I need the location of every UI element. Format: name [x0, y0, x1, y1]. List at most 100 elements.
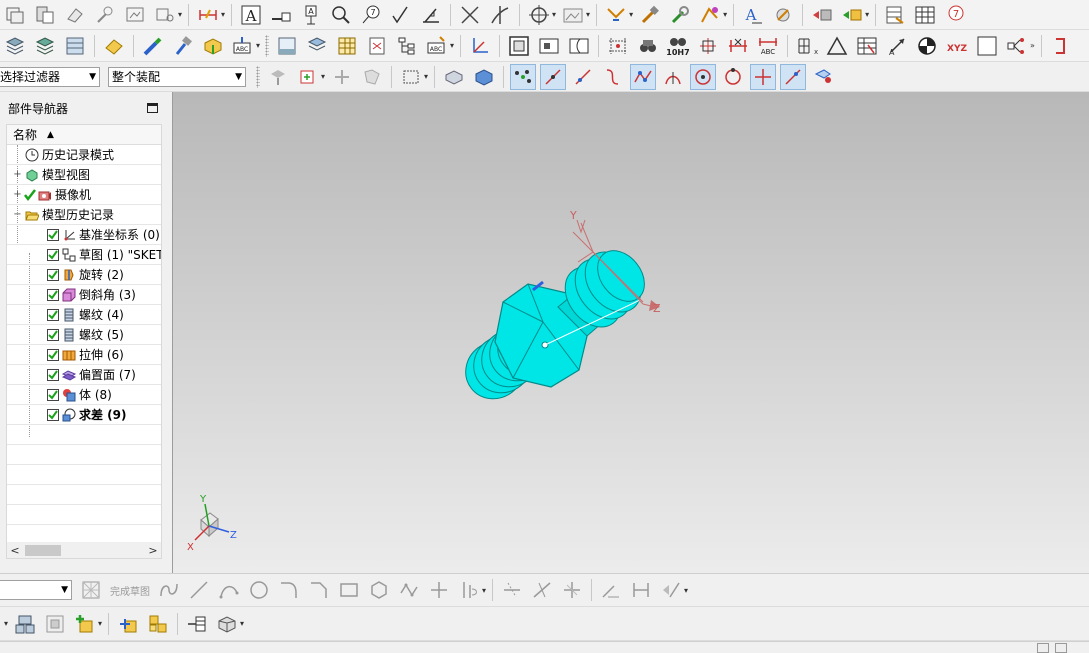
text-box-icon[interactable]: ABC [230, 33, 256, 59]
dropdown-arrow-icon[interactable]: ▾ [723, 10, 727, 19]
dropdown-arrow-icon[interactable]: ▾ [552, 10, 556, 19]
tree-node-camera[interactable]: + 摄像机 [7, 185, 161, 205]
feature-row[interactable]: 偏置面 (7) [7, 365, 161, 385]
settings-tools-icon[interactable] [770, 2, 796, 28]
selection-filter-select[interactable]: 选择过滤器 ▼ [0, 66, 100, 87]
geometric-constraint-icon[interactable] [658, 577, 684, 603]
ordinate-icon[interactable] [725, 33, 751, 59]
visibility-checkbox[interactable] [47, 328, 59, 341]
dropdown-arrow-icon[interactable]: ▾ [865, 10, 869, 19]
grid-dots-icon[interactable] [605, 33, 631, 59]
table-edit-icon[interactable] [854, 33, 880, 59]
replace-component-icon[interactable] [42, 611, 68, 637]
view-orient-icon[interactable] [152, 2, 178, 28]
blank-box-icon[interactable] [974, 33, 1000, 59]
parts-list-icon[interactable] [882, 2, 908, 28]
snap-control-point-icon[interactable] [630, 63, 657, 90]
table-grid-icon[interactable] [334, 33, 360, 59]
move-parts-icon[interactable] [115, 611, 141, 637]
add-component-plus-icon[interactable] [72, 611, 98, 637]
circle-icon[interactable] [246, 577, 272, 603]
snap-center-icon[interactable] [690, 63, 717, 90]
sketch-name-select[interactable]: ▼ [0, 580, 72, 600]
arc-icon[interactable] [216, 577, 242, 603]
offset-curve-icon[interactable] [456, 577, 482, 603]
status-view-icon[interactable] [1037, 643, 1049, 653]
border-icon[interactable] [506, 33, 532, 59]
center-mark-icon[interactable] [526, 2, 552, 28]
model-canvas[interactable]: Y Z Y Z X [173, 92, 1089, 573]
spline-icon[interactable] [396, 577, 422, 603]
break-view-icon[interactable] [566, 33, 592, 59]
paste-view-icon[interactable] [32, 2, 58, 28]
sheet-icon[interactable] [274, 33, 300, 59]
visibility-checkbox[interactable] [47, 228, 59, 241]
dropdown-arrow-icon[interactable]: ▾ [586, 10, 590, 19]
feature-row[interactable]: 倒斜角 (3) [7, 285, 161, 305]
help-balloon-icon[interactable]: 7 [942, 2, 968, 28]
visibility-checkbox[interactable] [47, 348, 59, 361]
dropdown-arrow-icon[interactable]: ▾ [482, 586, 486, 595]
scrollbar-thumb[interactable] [25, 544, 61, 556]
move-component-icon[interactable] [809, 2, 835, 28]
dropdown-arrow-icon[interactable]: ▾ [240, 619, 244, 628]
snap-arc-icon[interactable] [660, 64, 686, 90]
snap-curve-icon[interactable] [600, 64, 626, 90]
matrix-icon[interactable]: x [794, 33, 820, 59]
wrench-edit-icon[interactable] [667, 2, 693, 28]
snap-quadrant-icon[interactable] [720, 64, 746, 90]
center-of-gravity-icon[interactable] [914, 33, 940, 59]
annotation-arrow-icon[interactable]: A [884, 33, 910, 59]
toolbar-grip[interactable] [265, 34, 270, 57]
select-box-icon[interactable] [295, 64, 321, 90]
copy-view-icon[interactable] [2, 2, 28, 28]
table-note-icon[interactable] [695, 33, 721, 59]
cross-line-icon[interactable] [457, 2, 483, 28]
tree-node-model-views[interactable]: + 模型视图 [7, 165, 161, 185]
table-icon[interactable] [912, 2, 938, 28]
threaded-part-model[interactable] [454, 241, 654, 410]
dropdown-arrow-icon[interactable]: ▾ [221, 10, 225, 19]
feature-row[interactable]: 基准坐标系 (0) [7, 225, 161, 245]
binoculars-icon[interactable] [635, 33, 661, 59]
wave-geometry-icon[interactable] [214, 611, 240, 637]
rapid-dimension-icon[interactable] [628, 577, 654, 603]
feature-row[interactable]: 求差 (9) [7, 405, 161, 425]
status-window-icon[interactable] [1055, 643, 1067, 653]
xyz-icon[interactable]: XYZ [944, 33, 970, 59]
navigator-horizontal-scrollbar[interactable]: < > [6, 542, 162, 559]
profile-icon[interactable] [156, 577, 182, 603]
bracket-icon[interactable] [1048, 33, 1074, 59]
eraser-icon[interactable] [62, 2, 88, 28]
leader-icon[interactable] [268, 2, 294, 28]
feature-row[interactable]: 旋转 (2) [7, 265, 161, 285]
scroll-left-icon[interactable]: < [7, 544, 23, 557]
drawing-template-icon[interactable] [364, 33, 390, 59]
collapse-minus-icon[interactable]: − [13, 209, 22, 220]
select-body-icon[interactable] [441, 64, 467, 90]
eraser-tool-icon[interactable] [101, 33, 127, 59]
snap-surface-icon[interactable] [810, 64, 836, 90]
layer-stack-icon[interactable] [32, 33, 58, 59]
snap-endpoints-icon[interactable] [510, 63, 537, 90]
dropdown-arrow-icon[interactable]: » [1030, 41, 1035, 50]
trim-icon[interactable] [499, 577, 525, 603]
triangle-icon[interactable] [824, 33, 850, 59]
constraint-icon[interactable] [598, 577, 624, 603]
fit-tolerance-icon[interactable]: 10H7 [665, 33, 691, 59]
make-corner-icon[interactable] [559, 577, 585, 603]
balloon-icon[interactable]: 7 [358, 2, 384, 28]
dropdown-arrow-icon[interactable]: ▾ [684, 586, 688, 595]
weld-symbol-icon[interactable] [418, 2, 444, 28]
intersection-icon[interactable] [487, 2, 513, 28]
linear-dim-abc-icon[interactable]: ABC [755, 33, 781, 59]
hammer-edit-icon[interactable] [637, 2, 663, 28]
visibility-checkbox[interactable] [47, 268, 59, 281]
polygon-icon[interactable] [366, 577, 392, 603]
filter-disabled-icon[interactable] [359, 64, 385, 90]
feature-row[interactable]: 体 (8) [7, 385, 161, 405]
layer-view-icon[interactable] [304, 33, 330, 59]
visibility-checkbox[interactable] [47, 408, 59, 421]
fillet-icon[interactable] [276, 577, 302, 603]
snap-midpoint-icon[interactable] [570, 64, 596, 90]
